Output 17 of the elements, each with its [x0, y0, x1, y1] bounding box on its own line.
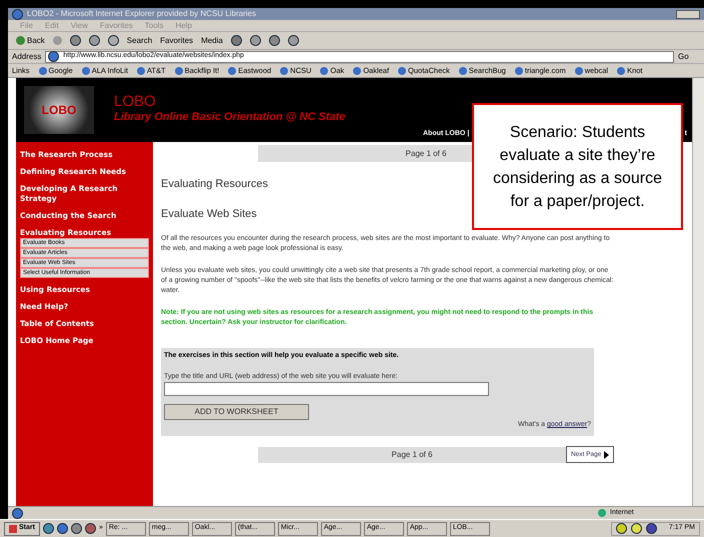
back-button[interactable]: Back	[16, 34, 45, 46]
search-button[interactable]: Search	[126, 34, 152, 46]
scenario-callout: Scenario: Students evaluate a site they’re considering as a source for a paper/project.	[472, 103, 683, 230]
add-to-worksheet-button[interactable]: ADD TO WORKSHEET	[164, 404, 309, 420]
address-label: Address	[12, 50, 42, 62]
window-title: LOBO2 - Microsoft Internet Explorer provided by NCSU Libraries	[27, 8, 256, 20]
triangle-icon	[604, 450, 609, 458]
url-input-field[interactable]	[164, 382, 489, 396]
favorites-button[interactable]: Favorites	[160, 34, 194, 46]
page-heading: Evaluating Resources	[161, 177, 268, 192]
media-button[interactable]: Media	[201, 34, 223, 46]
site-title: LOBO	[114, 94, 157, 110]
site-subtitle: Library Online Basic Orientation @ NC State	[114, 110, 346, 126]
window-controls-icon[interactable]	[676, 10, 700, 18]
go-button[interactable]: Go	[678, 50, 700, 62]
page-subheading: Evaluate Web Sites	[161, 206, 257, 222]
page-indicator: Page 1 of 6	[258, 447, 566, 463]
